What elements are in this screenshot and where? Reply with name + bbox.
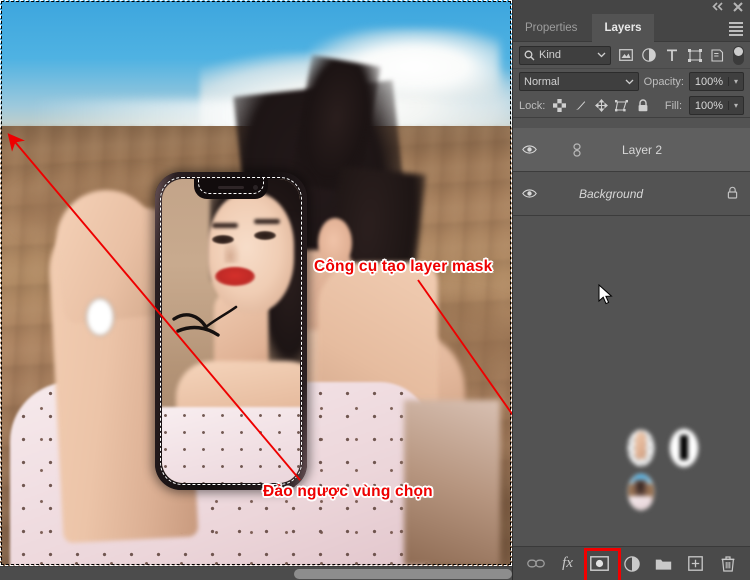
filter-kind-label: Kind bbox=[539, 49, 562, 61]
phone-mockup bbox=[155, 172, 307, 490]
annotation-invert-selection: Đảo ngược vùng chọn bbox=[263, 483, 433, 500]
phone-screen bbox=[162, 179, 300, 483]
blend-mode-select[interactable]: Normal bbox=[519, 72, 639, 91]
subject-thumb bbox=[86, 298, 114, 336]
close-icon[interactable] bbox=[732, 2, 744, 13]
layer-row-background[interactable]: Background bbox=[513, 172, 750, 511]
collapse-panel-icon[interactable] bbox=[712, 2, 724, 13]
thumbnail-art bbox=[634, 432, 647, 459]
horizontal-scrollbar[interactable] bbox=[0, 566, 512, 580]
opacity-value: 100% bbox=[694, 75, 724, 88]
lock-all-icon[interactable] bbox=[636, 99, 650, 113]
screen-subject-face bbox=[208, 193, 294, 313]
new-group-button[interactable] bbox=[653, 553, 674, 574]
document-canvas[interactable] bbox=[0, 0, 512, 580]
layer-name[interactable]: Background bbox=[579, 187, 643, 201]
screen-dress-pattern bbox=[162, 407, 300, 483]
document-image bbox=[0, 0, 512, 566]
lock-artboard-nesting-icon[interactable] bbox=[615, 99, 629, 113]
layer-thumbnails bbox=[541, 131, 699, 468]
fill-dropdown-arrow[interactable]: ▾ bbox=[728, 101, 743, 110]
new-layer-button[interactable] bbox=[685, 553, 706, 574]
lock-position-icon[interactable] bbox=[594, 99, 608, 113]
layer-style-fx-button[interactable]: fx bbox=[557, 553, 578, 574]
panel-menu-icon[interactable] bbox=[729, 22, 743, 36]
delete-layer-button[interactable] bbox=[717, 553, 738, 574]
layer-row-layer-2[interactable]: Layer 2 bbox=[513, 128, 750, 468]
shape-layer-filter-icon[interactable] bbox=[686, 47, 703, 64]
chevron-down-icon bbox=[597, 52, 606, 58]
layer-filter-row: Kind bbox=[513, 42, 750, 69]
tab-layers[interactable]: Layers bbox=[592, 14, 654, 42]
screen-subject-lips bbox=[215, 267, 255, 286]
smart-object-filter-icon[interactable] bbox=[709, 47, 726, 64]
layer-locked-icon bbox=[727, 186, 738, 202]
opacity-field[interactable]: 100% ▾ bbox=[689, 72, 744, 91]
type-layer-filter-icon[interactable] bbox=[663, 47, 680, 64]
screen-subject-brow bbox=[212, 223, 238, 228]
lock-label: Lock: bbox=[519, 99, 546, 112]
layer-visibility-toggle[interactable] bbox=[517, 188, 541, 199]
blend-mode-value: Normal bbox=[524, 75, 560, 88]
phone-front-camera bbox=[253, 185, 258, 190]
tab-properties[interactable]: Properties bbox=[513, 14, 589, 42]
chevron-down-icon bbox=[625, 79, 634, 84]
adjustment-layer-filter-icon[interactable] bbox=[640, 47, 657, 64]
panel-titlebar bbox=[513, 0, 750, 14]
screen-glasses-overlay bbox=[172, 305, 238, 337]
lock-image-pixels-icon[interactable] bbox=[573, 99, 587, 113]
search-icon bbox=[524, 50, 535, 60]
fill-field[interactable]: 100% ▾ bbox=[689, 96, 744, 115]
layer-content-thumbnail[interactable] bbox=[627, 428, 655, 467]
annotation-mask-tool: Công cụ tạo layer mask bbox=[314, 258, 493, 275]
fill-value: 100% bbox=[694, 99, 724, 112]
layer-name[interactable]: Layer 2 bbox=[622, 143, 662, 157]
layer-mask-thumbnail[interactable] bbox=[669, 427, 699, 468]
filter-enable-toggle[interactable] bbox=[733, 45, 744, 65]
panel-tabbar: Properties Layers bbox=[513, 14, 750, 42]
link-layers-button[interactable] bbox=[525, 553, 546, 574]
photoshop-window: Công cụ tạo layer mask Đảo ngược vùng ch… bbox=[0, 0, 750, 580]
phone-earpiece bbox=[218, 186, 244, 189]
fill-label: Fill: bbox=[664, 99, 682, 112]
phone-notch bbox=[194, 179, 268, 199]
layer-content-thumbnail[interactable] bbox=[627, 472, 655, 511]
thumbnail-art bbox=[628, 495, 652, 510]
screen-subject-nose bbox=[224, 241, 240, 263]
lock-row: Lock: Fill: 100% ▾ bbox=[513, 94, 750, 118]
layers-panel: Properties Layers Kind Normal Opacity: 1… bbox=[512, 0, 750, 580]
mouse-pointer bbox=[598, 284, 613, 305]
opacity-label: Opacity: bbox=[643, 75, 684, 88]
layer-list: Layer 2 Background bbox=[513, 128, 750, 546]
new-adjustment-layer-button[interactable] bbox=[621, 553, 642, 574]
layer-thumbnails bbox=[541, 175, 655, 511]
layers-panel-footer: fx bbox=[513, 546, 750, 580]
lock-transparent-pixels-icon[interactable] bbox=[552, 99, 566, 113]
blend-mode-row: Normal Opacity: 100% ▾ bbox=[513, 69, 750, 94]
mask-black-area bbox=[680, 435, 688, 460]
filter-kind-select[interactable]: Kind bbox=[519, 45, 611, 65]
scrollbar-thumb[interactable] bbox=[294, 569, 512, 579]
link-mask-icon[interactable] bbox=[571, 142, 582, 157]
opacity-dropdown-arrow[interactable]: ▾ bbox=[728, 77, 743, 86]
screen-subject-eye bbox=[254, 231, 276, 240]
add-layer-mask-button[interactable] bbox=[584, 548, 621, 580]
layer-visibility-toggle[interactable] bbox=[517, 144, 541, 155]
screen-subject-brow bbox=[254, 219, 280, 224]
pixel-layer-filter-icon[interactable] bbox=[617, 47, 634, 64]
